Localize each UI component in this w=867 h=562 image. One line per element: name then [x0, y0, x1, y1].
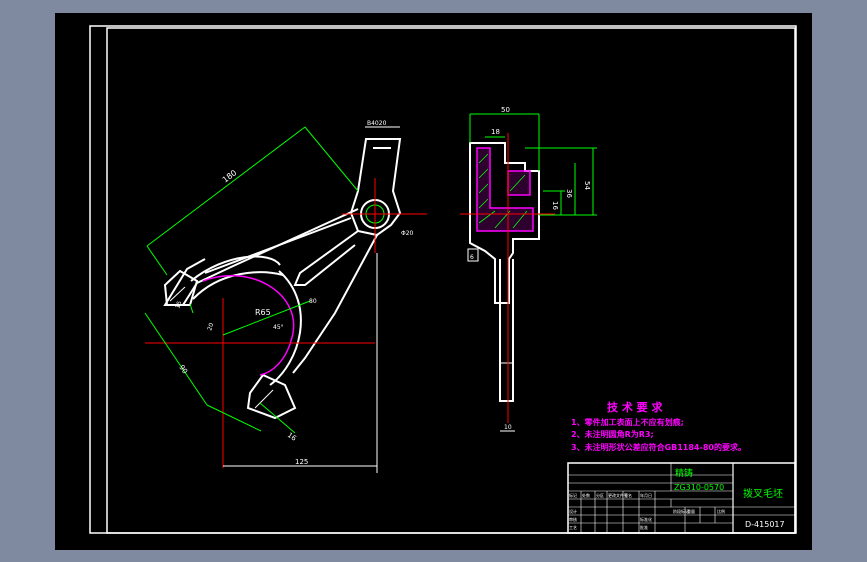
title-label-2: 分区	[596, 492, 604, 498]
tech-note-2: 2、未注明圆角R为R3;	[571, 429, 654, 439]
side-dim-inner: 18	[491, 128, 500, 136]
side-dim-small: 16	[551, 201, 559, 210]
title-drawing-number: D-415017	[745, 520, 785, 529]
dim-tilt: 45°	[273, 324, 284, 331]
title-row-0: 设计	[569, 508, 577, 514]
title-label-1: 处数	[582, 492, 590, 498]
title-row-1: 审核	[569, 516, 577, 522]
fork-side-view: 50 18 54 36 16 6 10	[460, 106, 597, 432]
dimension-lines-main	[144, 126, 359, 434]
tech-note-1: 1、零件加工表面上不应有划痕;	[571, 417, 684, 427]
dim-chord: 90	[177, 364, 189, 376]
tech-notes: 技 术 要 求 1、零件加工表面上不应有划痕; 2、未注明圆角R为R3; 3、未…	[571, 400, 746, 452]
title-label-0: 标记	[569, 492, 577, 498]
side-view-shank	[499, 259, 514, 402]
tech-notes-title: 技 术 要 求	[607, 400, 663, 414]
drawing-canvas[interactable]: 180 B4020 Φ20 R65 90 16 15 45° 80 20 125	[55, 13, 812, 550]
side-dim-mid: 36	[565, 189, 573, 198]
sheet-inner-border	[106, 27, 796, 534]
side-dim-top: 50	[501, 106, 510, 114]
tech-note-3: 3、未注明形状公差应符合GB1184-80的要求。	[571, 442, 746, 452]
title-label-4: 签名	[624, 492, 632, 498]
title-part-name: 拨叉毛坯	[743, 487, 783, 500]
dim-main-length: 180	[221, 168, 239, 184]
dim-hole-dia: Φ20	[401, 230, 414, 237]
title-row-2: 工艺	[569, 525, 577, 530]
fork-lower-arm	[292, 234, 378, 374]
fork-lower-tip	[246, 373, 297, 420]
dim-small-gap: 16	[286, 431, 298, 443]
title-row-4: 批准	[640, 524, 648, 530]
drawing-svg: 180 B4020 Φ20 R65 90 16 15 45° 80 20 125	[89, 25, 797, 534]
dim-top-width: B4020	[367, 120, 387, 127]
fork-upper-tip	[163, 269, 199, 306]
title-material-code: ZG310-0570	[674, 483, 724, 492]
side-dim-bottom: 10	[504, 424, 512, 431]
title-stage-2: 比例	[717, 508, 725, 514]
dim-horizontal: 125	[295, 458, 308, 466]
fork-rib	[293, 230, 359, 286]
side-dim-left: 6	[470, 254, 474, 261]
cad-viewer: 180 B4020 Φ20 R65 90 16 15 45° 80 20 125	[0, 0, 867, 562]
title-material: 精铸	[675, 467, 693, 479]
dim-small-left: 15	[174, 300, 183, 310]
side-view-hatch-small	[507, 170, 531, 196]
title-row-3: 标准化	[640, 516, 652, 522]
fork-main-view	[163, 138, 402, 420]
title-stage-1: 重量	[687, 508, 695, 514]
side-dim-height: 54	[583, 181, 591, 190]
title-label-5: 年月日	[640, 492, 652, 498]
centerlines-main	[145, 178, 427, 468]
dim-bottom-pad: 20	[206, 322, 215, 332]
dim-angle-small: 80	[309, 298, 317, 305]
dim-arc-radius: R65	[255, 308, 271, 317]
title-block-text: 精铸 ZG310-0570 拨叉毛坯 D-415017 标记 处数 分区 更改文…	[569, 467, 785, 530]
